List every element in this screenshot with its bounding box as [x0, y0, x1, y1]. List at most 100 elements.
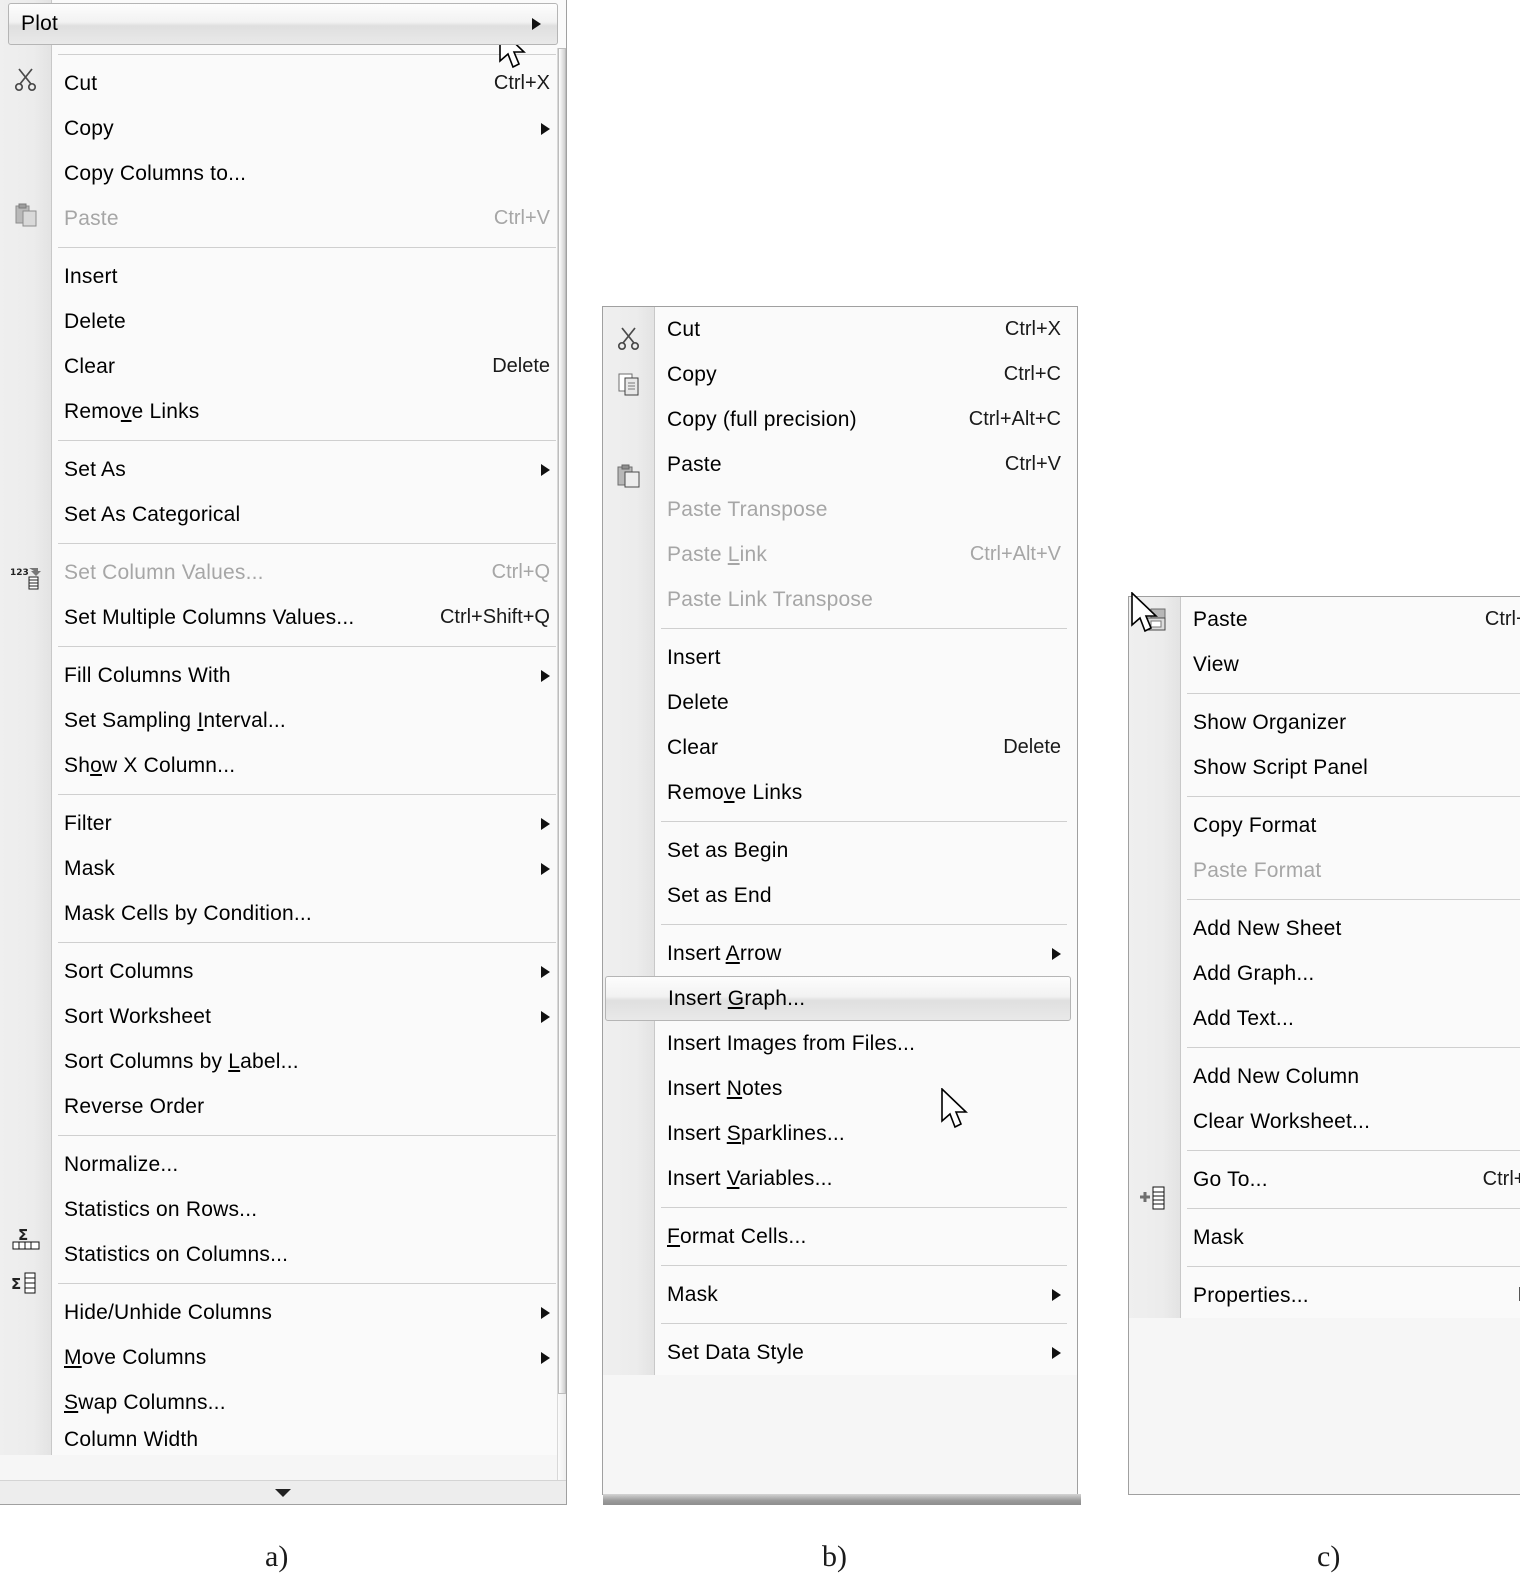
menu-item-hide-unhide-columns[interactable]: Hide/Unhide Columns — [52, 1290, 566, 1335]
menu-item-paste[interactable]: Paste Ctrl+V — [1181, 597, 1520, 642]
scroll-down-button[interactable] — [0, 1480, 566, 1504]
menu-item-copy-full-precision[interactable]: Copy (full precision) Ctrl+Alt+C — [655, 397, 1077, 442]
menu-item-insert[interactable]: Insert — [52, 254, 566, 299]
menu-item-insert-arrow[interactable]: Insert Arrow — [655, 931, 1077, 976]
menu-item-copy[interactable]: Copy Ctrl+C — [655, 352, 1077, 397]
menu-item-insert-graph[interactable]: Insert Graph... — [605, 976, 1071, 1021]
figure-caption-a: a) — [265, 1540, 289, 1573]
menu-item-label: Plot — [21, 12, 58, 35]
menu-item-copy-columns-to[interactable]: Copy Columns to... — [52, 151, 566, 196]
menu-item-label: Sort Columns by Label... — [64, 1049, 299, 1073]
chevron-right-icon — [541, 1306, 550, 1319]
menu-item-label: Remove Links — [64, 399, 200, 423]
menu-item-shortcut: Ctrl+G — [1482, 1168, 1520, 1190]
scissors-icon — [611, 321, 647, 355]
menu-item-label: Paste — [1193, 607, 1248, 631]
menu-item-filter[interactable]: Filter — [52, 801, 566, 846]
menu-item-label: Sort Worksheet — [64, 1004, 212, 1028]
menu-item-sort-columns-by-label[interactable]: Sort Columns by Label... — [52, 1039, 566, 1084]
menu-item-reverse-order[interactable]: Reverse Order — [52, 1084, 566, 1129]
menu-item-label: Mask — [64, 856, 115, 880]
menu-item-delete[interactable]: Delete — [655, 680, 1077, 725]
menu-item-clear[interactable]: Clear Delete — [655, 725, 1077, 770]
menu-scrollbar[interactable] — [557, 48, 566, 1480]
menu-item-sort-columns[interactable]: Sort Columns — [52, 949, 566, 994]
menu-item-set-as-end[interactable]: Set as End — [655, 873, 1077, 918]
menu-item-insert-variables[interactable]: Insert Variables... — [655, 1156, 1077, 1201]
menu-item-show-organizer[interactable]: Show Organizer — [1181, 700, 1520, 745]
menu-item-clear-worksheet[interactable]: Clear Worksheet... — [1181, 1099, 1520, 1144]
menu-item-insert-notes[interactable]: Insert Notes — [655, 1066, 1077, 1111]
menu-item-copy[interactable]: Copy — [52, 106, 566, 151]
menu-item-cut[interactable]: Cut Ctrl+X — [655, 307, 1077, 352]
menu-item-swap-columns[interactable]: Swap Columns... — [52, 1380, 566, 1425]
menu-item-copy-format[interactable]: Copy Format — [1181, 803, 1520, 848]
menu-item-set-as-categorical[interactable]: Set As Categorical — [52, 492, 566, 537]
menu-item-set-as-begin[interactable]: Set as Begin — [655, 828, 1077, 873]
menu-item-label: Delete — [64, 309, 126, 333]
menu-item-shortcut: Ctrl+C — [1003, 363, 1061, 385]
chevron-right-icon — [541, 965, 550, 978]
menu-item-label: Cut — [667, 317, 701, 341]
menu-item-shortcut: Ctrl+V — [1484, 608, 1520, 630]
menu-item-normalize[interactable]: Normalize... — [52, 1142, 566, 1187]
scrollbar-thumb[interactable] — [558, 48, 566, 1395]
menu-separator — [1187, 796, 1520, 797]
menu-item-move-columns[interactable]: Move Columns — [52, 1335, 566, 1380]
menu-item-mask-cells-by-condition[interactable]: Mask Cells by Condition... — [52, 891, 566, 936]
menu-item-show-script-panel[interactable]: Show Script Panel — [1181, 745, 1520, 790]
menu-item-fill-columns-with[interactable]: Fill Columns With — [52, 653, 566, 698]
menu-item-insert-sparklines[interactable]: Insert Sparklines... — [655, 1111, 1077, 1156]
menu-separator — [1187, 1150, 1520, 1151]
menu-item-set-as[interactable]: Set As — [52, 447, 566, 492]
menu-item-clear[interactable]: Clear Delete — [52, 344, 566, 389]
menu-item-mask[interactable]: Mask — [52, 846, 566, 891]
chevron-right-icon — [1052, 1346, 1061, 1359]
menu-item-plot[interactable]: Plot — [8, 3, 558, 45]
menu-item-sort-worksheet[interactable]: Sort Worksheet — [52, 994, 566, 1039]
menu-item-label: Insert Arrow — [667, 941, 782, 965]
menu-item-set-multiple-columns-values[interactable]: Set Multiple Columns Values... Ctrl+Shift… — [52, 595, 566, 640]
menu-item-format-cells[interactable]: Format Cells... — [655, 1214, 1077, 1259]
menu-item-statistics-on-rows[interactable]: Statistics on Rows... — [52, 1187, 566, 1232]
menu-item-label: Normalize... — [64, 1152, 179, 1176]
menu-item-set-sampling-interval[interactable]: Set Sampling Interval... — [52, 698, 566, 743]
menu-item-column-width[interactable]: Column Width — [52, 1425, 566, 1455]
menu-item-add-graph[interactable]: Add Graph... — [1181, 951, 1520, 996]
menu-item-properties[interactable]: Properties... F4 — [1181, 1273, 1520, 1318]
add-column-icon — [1137, 1181, 1173, 1215]
menu-item-delete[interactable]: Delete — [52, 299, 566, 344]
menu-item-label: Copy — [64, 116, 114, 140]
menu-item-shortcut: Ctrl+Shift+Q — [439, 606, 550, 628]
menu-item-mask[interactable]: Mask — [1181, 1215, 1520, 1260]
menu-item-add-new-sheet[interactable]: Add New Sheet — [1181, 906, 1520, 951]
menu-item-remove-links[interactable]: Remove Links — [52, 389, 566, 434]
menu-item-label: Remove Links — [667, 780, 803, 804]
menu-item-set-data-style[interactable]: Set Data Style — [655, 1330, 1077, 1375]
menu-item-cut[interactable]: Cut Ctrl+X — [52, 61, 566, 106]
menu-item-show-x-column[interactable]: Show X Column... — [52, 743, 566, 788]
menu-separator — [661, 924, 1067, 925]
menu-item-insert[interactable]: Insert — [655, 635, 1077, 680]
menu-item-label: Set As Categorical — [64, 502, 241, 526]
menu-item-view[interactable]: View — [1181, 642, 1520, 687]
menu-item-add-new-column[interactable]: Add New Column — [1181, 1054, 1520, 1099]
menu-item-label: Insert Graph... — [668, 986, 806, 1010]
menu-item-label: Copy Format — [1193, 813, 1317, 837]
context-menu-worksheet-window[interactable]: Paste Ctrl+V View Show Organizer Show Script… — [1128, 596, 1520, 1495]
menu-item-label: Add New Column — [1193, 1064, 1360, 1088]
context-menu-worksheet-column[interactable]: Plot 123 Σ Σ Cut Ctrl+X Copy Copy Column… — [0, 0, 567, 1505]
menu-separator — [58, 247, 556, 248]
menu-item-remove-links[interactable]: Remove Links — [655, 770, 1077, 815]
menu-item-mask[interactable]: Mask — [655, 1272, 1077, 1317]
menu-item-paste[interactable]: Paste Ctrl+V — [655, 442, 1077, 487]
menu-item-add-text[interactable]: Add Text... — [1181, 996, 1520, 1041]
menu-item-paste-transpose: Paste Transpose — [655, 487, 1077, 532]
context-menu-worksheet-cell[interactable]: Cut Ctrl+X Copy Ctrl+C Copy (full precision)… — [602, 306, 1081, 1505]
menu-item-statistics-on-columns[interactable]: Statistics on Columns... — [52, 1232, 566, 1277]
menu-separator — [58, 1283, 556, 1284]
menu-item-go-to[interactable]: Go To... Ctrl+G — [1181, 1157, 1520, 1202]
menu-item-shortcut: Delete — [1003, 736, 1061, 758]
menu-item-label: Add New Sheet — [1193, 916, 1342, 940]
menu-item-insert-images-from-files[interactable]: Insert Images from Files... — [655, 1021, 1077, 1066]
